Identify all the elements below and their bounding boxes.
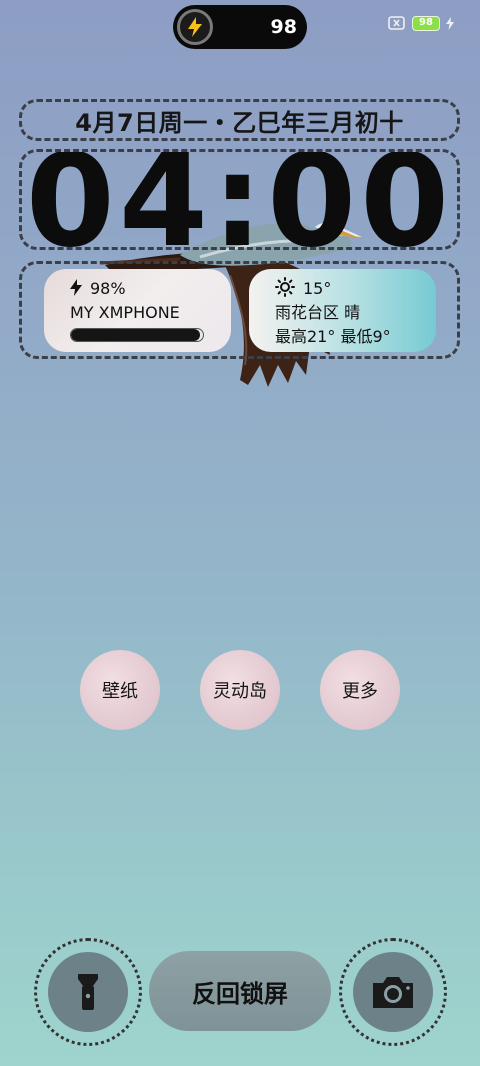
more-label: 更多 [342, 681, 378, 702]
sun-icon [275, 277, 295, 297]
wallpaper-button[interactable]: 壁纸 [80, 650, 160, 730]
date-text: 4月7日周一・乙巳年三月初十 [75, 108, 404, 137]
back-to-lockscreen-label: 反回锁屏 [192, 979, 288, 1008]
camera-button[interactable] [352, 951, 433, 1032]
weather-location: 雨花台区 晴 [275, 303, 361, 322]
device-name: MY XMPHONE [70, 303, 180, 322]
charging-icon [446, 16, 454, 30]
battery-icon: 98 [412, 15, 440, 31]
battery-percent-row: 98% [70, 277, 205, 301]
back-to-lockscreen-button[interactable]: 反回锁屏 [149, 951, 331, 1031]
island-battery-value: 98 [270, 16, 297, 38]
wallpaper-label: 壁纸 [102, 681, 138, 702]
flashlight-button[interactable] [47, 951, 128, 1032]
battery-widget[interactable]: 98% MY XMPHONE [44, 269, 231, 352]
dynamic-island-label: 灵动岛 [213, 681, 267, 702]
battery-progress-fill [71, 329, 201, 341]
weather-temperature: 15° [303, 279, 332, 298]
camera-frame [339, 938, 447, 1046]
weather-widget[interactable]: 15° 雨花台区 晴 最高21° 最低9° [249, 269, 436, 352]
dynamic-island-button[interactable]: 灵动岛 [200, 650, 280, 730]
clock-frame[interactable]: 04:00 [19, 149, 460, 250]
battery-x-icon [388, 16, 405, 30]
dynamic-island[interactable]: 98 [173, 5, 307, 49]
more-button[interactable]: 更多 [320, 650, 400, 730]
date-display[interactable]: 4月7日周一・乙巳年三月初十 [19, 99, 460, 141]
camera-icon [372, 976, 413, 1008]
battery-progress-bar [70, 328, 204, 342]
weather-temp-row: 15° [275, 277, 410, 301]
status-icons: 98 [388, 14, 454, 32]
charging-bolt-icon [177, 9, 213, 45]
battery-percent: 98% [90, 279, 126, 298]
flashlight-icon [77, 973, 98, 1010]
weather-high-low: 最高21° 最低9° [275, 327, 391, 346]
bolt-icon [70, 279, 82, 296]
flashlight-frame [34, 938, 142, 1046]
clock-time: 04:00 [25, 149, 454, 250]
